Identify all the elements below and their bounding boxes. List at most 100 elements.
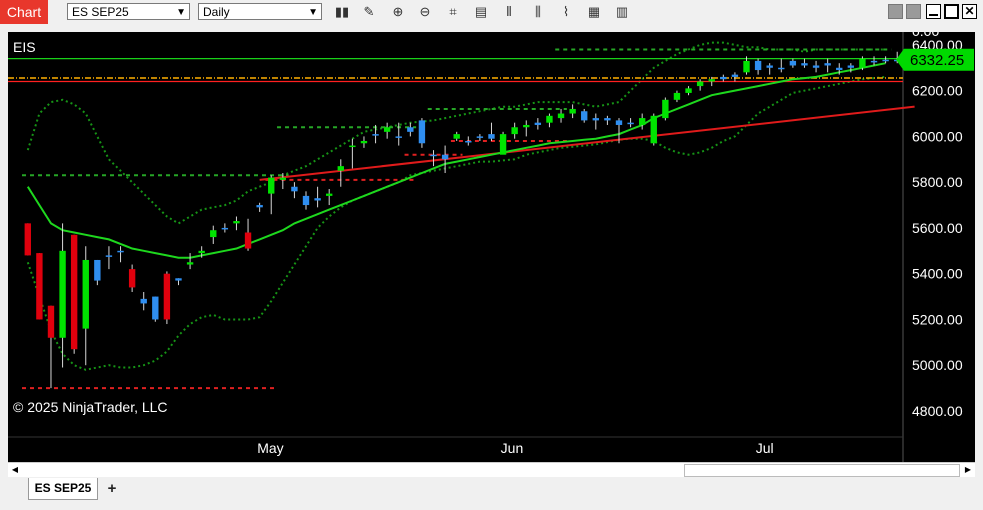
window-option-button[interactable] [888,4,903,19]
candle-body [117,250,124,253]
candle-body [847,65,855,68]
candle-body [256,205,263,208]
instrument-selector[interactable]: ES SEP25 ▼ [67,3,190,20]
candle-body [337,166,344,171]
minimize-button[interactable] [926,4,941,19]
price-axis-tick-label: 5200.00 [912,311,963,327]
candle-body [383,127,391,132]
window-option-button[interactable] [906,4,921,19]
scroll-thumb[interactable] [684,464,960,477]
candle-body [152,296,159,320]
candle-body [511,127,518,135]
candle-body [801,63,808,66]
candle-body [221,227,229,230]
candle-body [476,136,484,138]
price-chart[interactable]: 0.006400.006200.006000.005800.005600.005… [8,32,975,462]
templates-icon[interactable]: ⌇ [558,4,574,20]
candle-body [581,111,588,121]
interval-selector[interactable]: Daily ▼ [198,3,322,20]
scroll-left-arrow-icon[interactable]: ◀ [8,463,22,477]
candle-body [789,60,797,66]
candle-body [673,92,681,100]
candle-body [360,140,368,144]
zoom-in-icon[interactable]: ⊕ [390,4,406,20]
candle-body [499,134,507,155]
instrument-tab[interactable]: ES SEP25 [28,478,98,500]
price-axis-tick-label: 4800.00 [912,403,963,419]
candle-body [186,262,194,265]
price-axis-tick-label: 6000.00 [912,128,963,144]
candle-body [105,255,113,257]
chart-panel[interactable]: 0.006400.006200.006000.005800.005600.005… [8,32,975,462]
candle-body [488,134,495,139]
price-axis-tick-label: 5400.00 [912,266,963,282]
more-icon[interactable]: ▥ [614,4,630,20]
properties-icon[interactable]: ▦ [586,4,602,20]
price-axis-tick-label: 6200.00 [912,83,963,99]
close-button[interactable]: ✕ [962,4,977,19]
maximize-button[interactable] [944,4,959,19]
candle-body [59,250,66,338]
last-price-label: 6332.25 [910,52,964,69]
plot-background [8,32,903,462]
bars-type-icon[interactable]: ▮▮ [334,4,350,20]
add-tab-button[interactable]: + [102,480,122,498]
price-axis-tick-label: 5800.00 [912,174,963,190]
candle-body [627,122,634,125]
crosshair-icon[interactable]: ⌗ [445,4,461,20]
candle-body [233,221,240,224]
candle-body [36,253,43,320]
candle-body [326,193,333,196]
horizontal-scrollbar[interactable]: ◀ ▶ [8,462,975,477]
candle-body [720,76,727,80]
candle-body [650,115,657,144]
candle-body [210,230,217,238]
candle-body [824,63,831,66]
candle-body [754,60,762,71]
price-axis-tick-label: 5000.00 [912,357,963,373]
candle-body [557,113,565,119]
strategies-icon[interactable]: ⫼ [530,4,546,20]
time-axis-label: Jun [501,440,524,456]
candle-body [546,115,553,123]
candle-body [696,81,704,87]
candle-body [569,108,576,114]
chart-title-tab[interactable]: Chart [0,0,48,24]
candle-body [128,269,136,288]
data-box-icon[interactable]: ▤ [473,4,489,20]
candle-body [523,124,530,128]
candle-body [638,118,646,125]
candle-body [453,134,460,139]
candle-body [94,259,101,281]
candle-body [604,118,611,121]
candle-body [163,273,171,320]
candle-body [859,58,866,68]
candle-body [407,127,414,132]
candle-body [314,198,321,201]
zoom-out-icon[interactable]: ⊖ [417,4,433,20]
candle-body [47,305,55,338]
candle-body [140,298,147,304]
indicators-icon[interactable]: ⫴ [501,4,517,20]
candle-body [268,177,275,194]
candle-body [279,177,287,180]
candle-body [372,134,379,136]
instrument-label: EIS [13,39,36,55]
candle-body [175,278,182,281]
candle-body [592,118,599,121]
candle-body [24,223,31,256]
copyright-text: © 2025 NinjaTrader, LLC [13,399,168,415]
candle-body [870,60,878,63]
candle-body [70,234,78,350]
candle-body [395,136,402,138]
draw-pencil-icon[interactable]: ✎ [361,4,377,20]
candle-body [349,145,356,148]
candle-body [441,154,449,160]
candle-body [778,67,785,70]
candle-body [882,59,889,62]
candle-body [418,120,426,144]
price-axis-tick-label: 5600.00 [912,220,963,236]
scroll-right-arrow-icon[interactable]: ▶ [961,463,975,477]
candle-body [534,122,542,125]
candle-body [836,67,843,71]
